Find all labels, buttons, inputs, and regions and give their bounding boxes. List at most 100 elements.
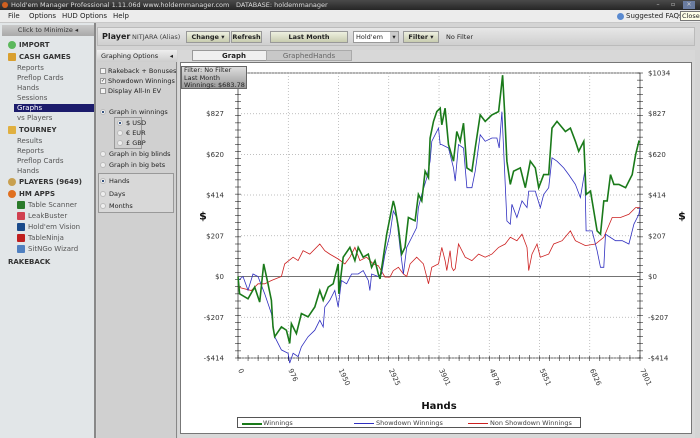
cash-games-label: CASH GAMES [19, 53, 71, 61]
display-allin-ev-checkbox[interactable]: Display All-In EV [100, 87, 161, 95]
sidebar-item-results[interactable]: Results [17, 137, 42, 145]
sidebar-cash-games[interactable]: CASH GAMES [8, 53, 71, 61]
change-button[interactable]: Change ▾ [186, 31, 230, 43]
gbp-radio[interactable]: £ GBP [117, 139, 146, 147]
x-tick-label: 3901 [437, 367, 452, 387]
app-tableninja[interactable]: TableNinja [17, 234, 64, 242]
sidebar-tourney[interactable]: TOURNEY [8, 126, 57, 134]
y-tick-label-left: $207 [206, 232, 224, 240]
hands-radio[interactable]: Hands [100, 177, 130, 185]
legend-swatch-showdown [354, 423, 374, 424]
checkbox-icon [100, 88, 106, 94]
graphing-options-title: Graphing Options [101, 52, 159, 60]
filter-button[interactable]: Filter ▾ [403, 31, 439, 43]
app-table-scanner[interactable]: Table Scanner [17, 201, 77, 209]
tab-graph[interactable]: Graph [192, 50, 276, 61]
players-label: PLAYERS (9649) [19, 178, 82, 186]
menu-file[interactable]: File [8, 12, 20, 20]
website-link[interactable]: www.holdemmanager.com [143, 0, 229, 10]
menu-options[interactable]: Options [29, 12, 56, 20]
minimize-label: Click to Minimize [17, 26, 73, 34]
sidebar-players[interactable]: PLAYERS (9649) [8, 178, 82, 186]
collapse-icon[interactable]: ◂ [170, 52, 173, 60]
click-to-minimize-button[interactable]: Click to Minimize ◂ [2, 25, 94, 36]
showdown-winnings-checkbox[interactable]: ✓ Showdown Winnings [100, 77, 175, 85]
players-icon [8, 178, 16, 186]
sidebar-item-preflop-cards[interactable]: Preflop Cards [17, 74, 64, 82]
chevron-down-icon[interactable]: ▾ [390, 32, 398, 42]
maximize-button[interactable]: ▫ [667, 1, 679, 9]
x-tick-label: 5851 [538, 367, 553, 387]
app-holdem-vision[interactable]: Hold'em Vision [17, 223, 80, 231]
x-tick-label: 1950 [337, 367, 352, 387]
y-tick-label-right: $207 [648, 232, 666, 240]
sidebar-item-tourney-hands[interactable]: Hands [17, 167, 39, 175]
cash-games-icon [8, 53, 16, 61]
sidebar-item-graphs[interactable]: Graphs [14, 104, 94, 112]
minimize-button[interactable]: – [652, 1, 664, 9]
app-label: Table Scanner [28, 201, 77, 209]
eur-radio[interactable]: € EUR [117, 129, 146, 137]
filter-status: No Filter [446, 33, 474, 41]
sidebar-hm-apps[interactable]: HM APPS [8, 190, 55, 198]
faq-icon [617, 13, 624, 20]
x-tick-label: 2925 [387, 367, 402, 387]
graph-big-blinds-radio[interactable]: Graph in big blinds [100, 150, 171, 158]
y-tick-label-left: -$207 [204, 314, 224, 322]
suggested-faqs-link[interactable]: Suggested FAQs [626, 12, 683, 20]
close-button[interactable]: ✕ [683, 1, 695, 9]
sidebar-item-vs-players[interactable]: vs Players [17, 114, 52, 122]
y-tick-label-right: -$414 [648, 355, 669, 363]
sitngo-wizard-icon [17, 245, 25, 253]
sidebar-item-sessions[interactable]: Sessions [17, 94, 47, 102]
refresh-button[interactable]: Refresh [231, 31, 262, 43]
sidebar-import[interactable]: IMPORT [8, 41, 50, 49]
radio-icon [117, 120, 123, 126]
graph-big-bets-radio[interactable]: Graph in big bets [100, 161, 165, 169]
y-axis-title-left: $ [199, 210, 207, 223]
close-tooltip: Close [680, 11, 700, 21]
legend-winnings: Winnings [263, 419, 293, 427]
app-label: LeakBuster [28, 212, 68, 220]
sidebar-item-tourney-reports[interactable]: Reports [17, 147, 44, 155]
graph-in-winnings-radio[interactable]: Graph in winnings [100, 108, 168, 116]
y-tick-label-right: $0 [648, 273, 657, 281]
player-name: NITJARA (Alias) [132, 33, 181, 41]
app-label: Hold'em Vision [28, 223, 81, 231]
x-tick-label: 6826 [588, 367, 603, 387]
radio-label: £ GBP [126, 139, 146, 147]
sidebar-item-reports[interactable]: Reports [17, 64, 44, 72]
game-type-select[interactable]: Hold'em ▾ [353, 31, 399, 43]
y-tick-label-left: -$414 [204, 355, 225, 363]
import-icon [8, 41, 16, 49]
holdem-vision-icon [17, 223, 25, 231]
y-tick-label-left: $414 [206, 192, 224, 200]
radio-label: $ USD [126, 119, 147, 127]
usd-radio[interactable]: $ USD [117, 119, 146, 127]
days-radio[interactable]: Days [100, 190, 125, 198]
graphing-options-header[interactable]: Graphing Options ◂ [97, 50, 177, 62]
app-leakbuster[interactable]: LeakBuster [17, 212, 67, 220]
app-sitngo-wizard[interactable]: SitNGo Wizard [17, 245, 78, 253]
radio-icon [100, 151, 106, 157]
radio-label: Graph in big blinds [109, 150, 171, 158]
change-label: Change [191, 33, 219, 41]
sidebar-item-tourney-preflop-cards[interactable]: Preflop Cards [17, 157, 64, 165]
filter-label: Filter [408, 33, 429, 41]
checkbox-icon [100, 68, 106, 74]
winnings-chart: -$414 -$414 -$207 -$207 $0 $0 $207 $207 $414 $414… [199, 70, 686, 413]
months-radio[interactable]: Months [100, 202, 133, 210]
menu-help[interactable]: Help [113, 12, 129, 20]
tab-graphed-hands[interactable]: GraphedHands [266, 50, 352, 61]
period-button[interactable]: Last Month [270, 31, 348, 43]
import-label: IMPORT [19, 41, 50, 49]
radio-icon [100, 203, 106, 209]
sidebar-rakeback[interactable]: RAKEBACK [8, 258, 50, 266]
app-label: TableNinja [28, 234, 64, 242]
menu-hud-options[interactable]: HUD Options [62, 12, 107, 20]
x-axis-title: Hands [421, 401, 456, 412]
sidebar-item-hands[interactable]: Hands [17, 84, 39, 92]
y-tick-label-right: $620 [648, 151, 666, 159]
radio-label: Graph in big bets [109, 161, 166, 169]
rakeback-bonuses-checkbox[interactable]: Rakeback + Bonuses [100, 67, 176, 75]
